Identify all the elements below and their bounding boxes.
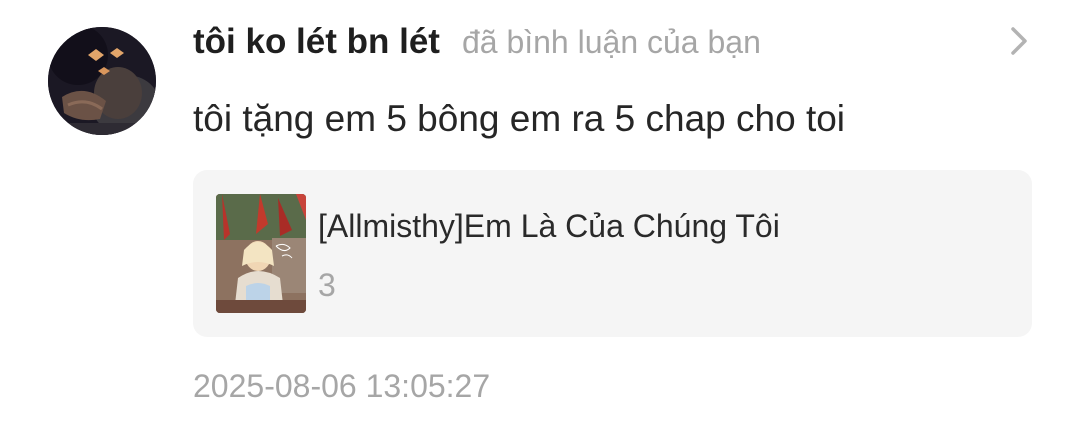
chevron-right-icon[interactable] (1006, 26, 1032, 56)
notification-header: tôi ko lét bn lét đã bình luận của bạn (193, 22, 761, 70)
username[interactable]: tôi ko lét bn lét (193, 22, 440, 62)
comment-notification[interactable]: tôi ko lét bn lét đã bình luận của bạn t… (0, 0, 1080, 442)
story-title: [Allmisthy]Em Là Của Chúng Tôi (318, 208, 780, 244)
avatar[interactable] (48, 27, 156, 135)
avatar-image (48, 27, 156, 135)
comment-text: tôi tặng em 5 bông em ra 5 chap cho toi (193, 98, 846, 139)
chapter-number: 3 (318, 267, 336, 303)
story-cover-image (216, 194, 306, 313)
timestamp: 2025-08-06 13:05:27 (193, 368, 491, 404)
action-text: đã bình luận của bạn (461, 24, 761, 60)
story-card[interactable]: [Allmisthy]Em Là Của Chúng Tôi 3 (193, 170, 1032, 337)
